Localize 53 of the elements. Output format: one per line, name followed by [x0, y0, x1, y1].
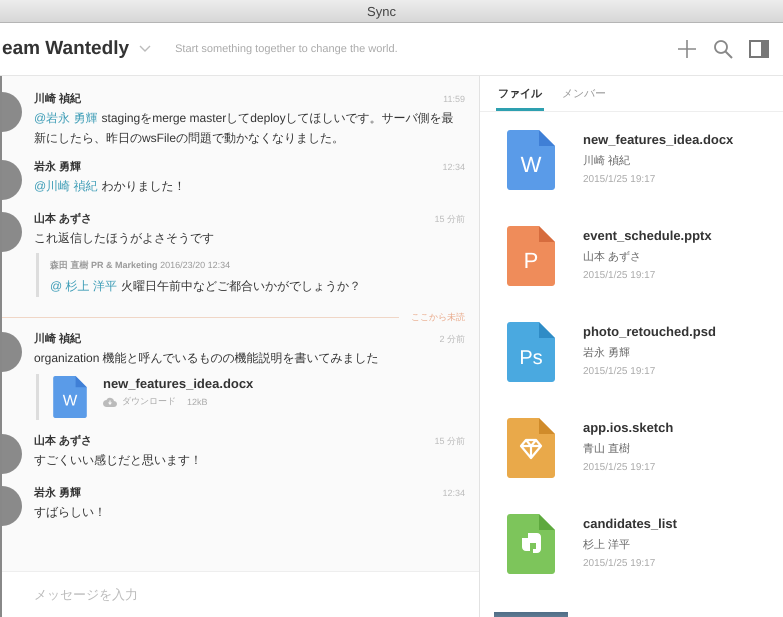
- panel-tab[interactable]: ファイル: [496, 86, 544, 111]
- file-size: 12kB: [187, 396, 208, 406]
- unread-divider-label: ここから未読: [411, 311, 465, 324]
- message-text: これ返信したほうがよさそうです: [34, 230, 215, 247]
- quote-meta: 森田 直樹 PR & Marketing 2016/23/20 12:34: [50, 260, 230, 270]
- message-author: 山本 あずさ: [34, 212, 92, 226]
- message-time: 15 分前: [434, 435, 465, 448]
- file-date: 2015/1/25 19:17: [583, 462, 656, 473]
- message-time: 12:34: [442, 488, 465, 498]
- powerpoint-file-icon: P: [507, 226, 555, 286]
- evernote-file-icon: [507, 514, 555, 574]
- team-name[interactable]: eam Wantedly: [2, 38, 130, 60]
- file-date: 2015/1/25 19:17: [583, 558, 656, 569]
- message-text: すごくいい感じだと思います！: [34, 452, 203, 469]
- message-text: すばらしい！: [34, 504, 107, 521]
- file-name[interactable]: app.ios.sketch: [583, 420, 674, 435]
- panel-toggle-button[interactable]: [749, 40, 769, 58]
- file-owner: 杉上 洋平: [583, 538, 632, 552]
- file-name[interactable]: candidates_list: [583, 516, 677, 531]
- file-name[interactable]: photo_retouched.psd: [583, 324, 716, 339]
- file-owner: 岩永 勇輝: [583, 346, 632, 360]
- file-date: 2015/1/25 19:17: [583, 270, 656, 281]
- message-time: 11:59: [443, 94, 465, 104]
- file-name[interactable]: event_schedule.pptx: [583, 228, 712, 243]
- message-time: 2 分前: [439, 333, 465, 346]
- message-time: 12:34: [442, 162, 465, 172]
- quote-text: @ 杉上 洋平 火曜日午前中などご都合いかがでしょうか？: [50, 278, 362, 295]
- file-date: 2015/1/25 19:17: [583, 366, 656, 377]
- message-author: 山本 あずさ: [34, 434, 92, 448]
- message-text: @岩永 勇輝 stagingをmerge masterしてdeployしてほしいです。サーバ側を最新にしたら、昨日のwsFileの問題で動かなくなりました。: [34, 110, 455, 147]
- message-author: 川崎 禎紀: [34, 332, 82, 346]
- file-owner: 川崎 禎紀: [583, 154, 632, 168]
- file-name[interactable]: new_features_idea.docx: [583, 132, 734, 147]
- message-text: organization 機能と呼んでいるものの機能説明を書いてみました: [34, 350, 380, 367]
- search-button[interactable]: [713, 39, 733, 59]
- chevron-down-icon[interactable]: [139, 45, 152, 53]
- team-tagline: Start something together to change the world.: [175, 43, 399, 55]
- file-owner: 青山 直樹: [583, 442, 632, 456]
- message-time: 15 分前: [434, 213, 465, 226]
- file-name[interactable]: new_features_idea.docx: [103, 376, 254, 391]
- add-button[interactable]: [677, 39, 697, 59]
- message-author: 川崎 禎紀: [34, 92, 82, 106]
- word-file-icon: W: [53, 376, 87, 418]
- photoshop-file-icon: Ps: [507, 322, 555, 382]
- file-owner: 山本 あずさ: [583, 250, 642, 264]
- word-file-icon: W: [507, 130, 555, 190]
- sketch-file-icon: [507, 418, 555, 478]
- message-text: @川崎 禎紀 わかりました！: [34, 178, 187, 195]
- cloud-download-icon[interactable]: [103, 396, 117, 406]
- message-author: 岩永 勇輝: [34, 160, 82, 174]
- file-date: 2015/1/25 19:17: [583, 174, 656, 185]
- window-title: Sync: [367, 4, 396, 18]
- message-author: 岩永 勇輝: [34, 486, 82, 500]
